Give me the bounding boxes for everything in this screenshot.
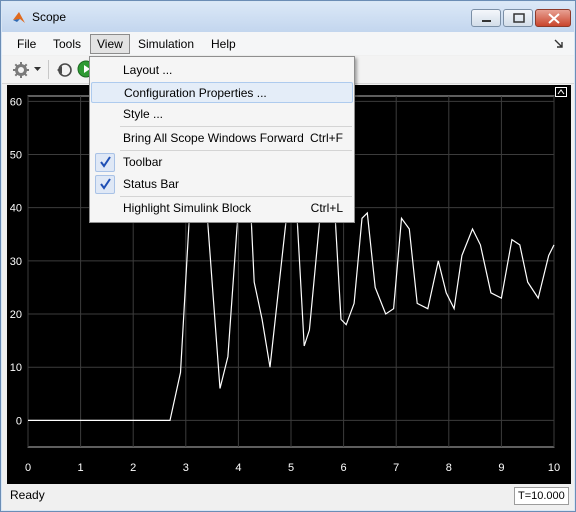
menu-item-label: Configuration Properties ... [124, 86, 267, 100]
x-tick-label: 9 [498, 462, 504, 474]
menu-tools[interactable]: Tools [47, 34, 87, 54]
x-tick-label: 3 [183, 462, 189, 474]
menu-file[interactable]: File [11, 34, 42, 54]
menu-simulation[interactable]: Simulation [132, 34, 200, 54]
x-tick-label: 10 [548, 462, 560, 474]
check-icon [95, 175, 115, 194]
scope-window: Scope File Tools View Simulation Help 0 … [0, 0, 576, 512]
menu-separator [120, 196, 352, 197]
gear-icon[interactable] [12, 61, 30, 79]
view-menu-dropdown: Layout ... Configuration Properties ... … [89, 56, 355, 223]
menu-item-bring-all-forward[interactable]: Bring All Scope Windows Forward Ctrl+F [91, 128, 353, 149]
simulation-time: T=10.000 [514, 487, 569, 505]
y-tick-label: 30 [10, 256, 22, 268]
title-bar[interactable]: Scope [2, 2, 574, 32]
x-tick-label: 0 [25, 462, 31, 474]
x-tick-label: 6 [341, 462, 347, 474]
menu-item-configuration-properties[interactable]: Configuration Properties ... [91, 82, 353, 103]
x-tick-label: 1 [78, 462, 84, 474]
x-tick-label: 5 [288, 462, 294, 474]
x-tick-label: 2 [130, 462, 136, 474]
menu-item-label: Layout ... [123, 63, 173, 77]
menu-item-layout[interactable]: Layout ... [91, 60, 353, 81]
menu-bar: File Tools View Simulation Help [2, 32, 574, 55]
close-icon [548, 13, 560, 24]
x-tick-label: 7 [393, 462, 399, 474]
check-icon [95, 153, 115, 172]
menu-separator [120, 126, 352, 127]
x-tick-label: 8 [446, 462, 452, 474]
undock-arrow-icon[interactable] [553, 38, 565, 50]
menu-item-label: Status Bar [123, 177, 180, 191]
chevron-down-icon[interactable] [34, 67, 41, 72]
menu-item-toolbar[interactable]: Toolbar [91, 152, 353, 173]
menu-help[interactable]: Help [205, 34, 242, 54]
y-tick-label: 20 [10, 309, 22, 321]
menu-item-shortcut: Ctrl+L [310, 201, 343, 215]
menu-view[interactable]: View [90, 34, 130, 54]
menu-item-label: Highlight Simulink Block [123, 201, 252, 215]
y-tick-label: 50 [10, 150, 22, 162]
menu-item-label: Style ... [123, 107, 164, 121]
menu-item-style[interactable]: Style ... [91, 104, 353, 125]
y-tick-label: 0 [16, 415, 22, 427]
toolbar-separator [48, 60, 49, 79]
menu-item-shortcut: Ctrl+F [310, 131, 343, 145]
maximize-button[interactable] [503, 9, 533, 27]
status-text: Ready [10, 488, 45, 502]
y-tick-label: 10 [10, 362, 22, 374]
step-back-icon[interactable] [55, 61, 73, 79]
menu-separator [120, 150, 352, 151]
window-title: Scope [32, 10, 67, 24]
status-bar: Ready T=10.000 [2, 485, 574, 510]
menu-item-label: Toolbar [123, 155, 163, 169]
maximize-icon [513, 13, 525, 23]
y-tick-label: 40 [10, 203, 22, 215]
matlab-logo-icon [13, 12, 25, 23]
axes-maximize-icon[interactable] [555, 87, 567, 97]
x-tick-label: 4 [235, 462, 241, 474]
close-button[interactable] [535, 9, 571, 27]
menu-item-status-bar[interactable]: Status Bar [91, 174, 353, 195]
menu-item-highlight-simulink-block[interactable]: Highlight Simulink Block Ctrl+L [91, 198, 353, 219]
minimize-button[interactable] [471, 9, 501, 27]
y-tick-label: 60 [10, 96, 22, 108]
menu-item-label: Bring All Scope Windows Forward [123, 131, 304, 145]
minimize-icon [482, 20, 491, 22]
